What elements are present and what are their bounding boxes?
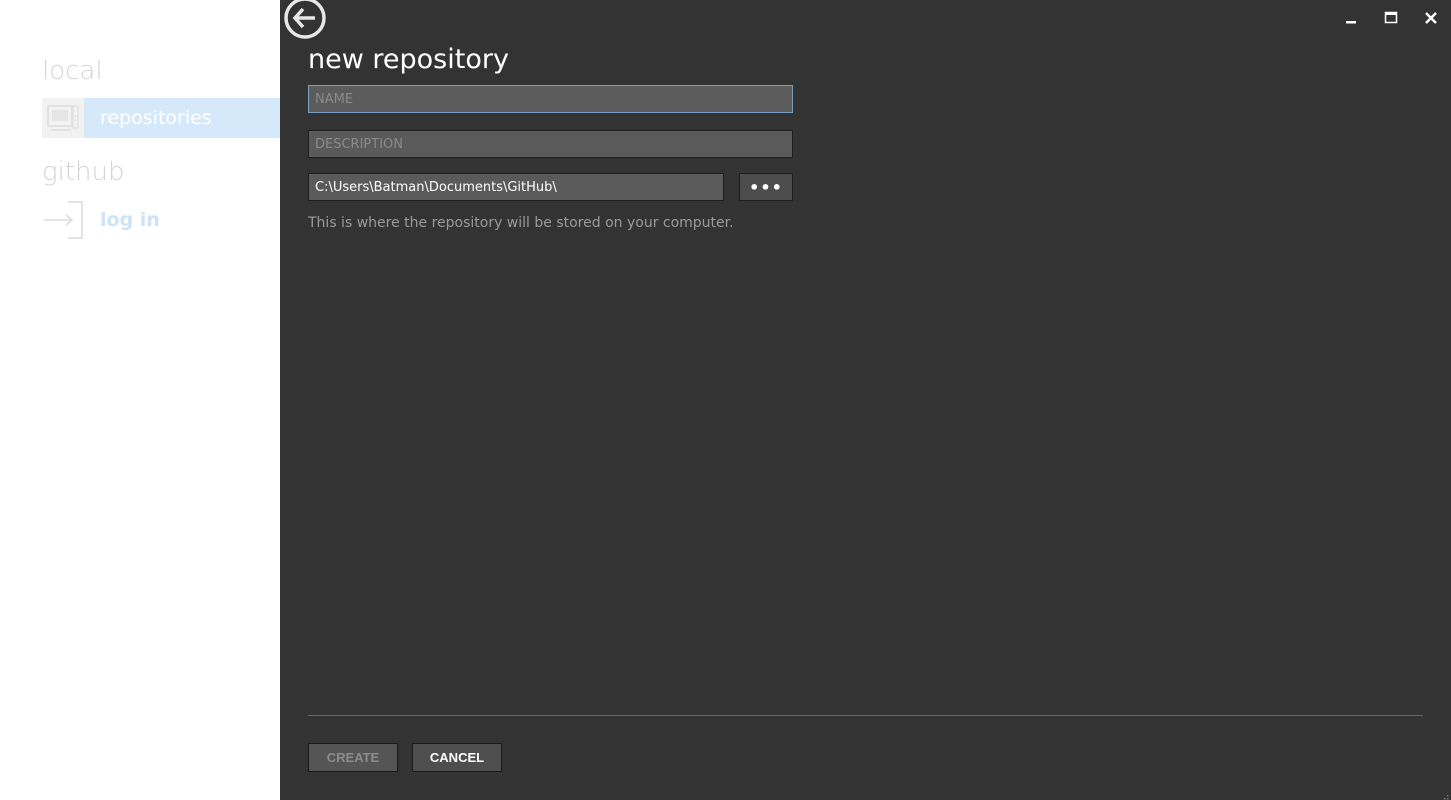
sidebar-item-repositories[interactable]: repositories: [42, 98, 280, 138]
minimize-icon: [1346, 21, 1356, 24]
close-icon: [1425, 12, 1437, 24]
back-arrow-icon: [284, 0, 326, 39]
sidebar-item-label: log in: [100, 209, 160, 231]
maximize-icon: [1384, 11, 1398, 24]
computer-icon: [42, 98, 84, 138]
page-title: new repository: [308, 44, 509, 75]
window-controls: [1331, 0, 1451, 36]
back-button[interactable]: [283, 0, 327, 40]
path-hint-text: This is where the repository will be sto…: [308, 215, 734, 231]
description-input[interactable]: [308, 130, 793, 158]
sidebar-item-login[interactable]: log in: [42, 200, 280, 240]
name-input[interactable]: [308, 85, 793, 113]
close-button[interactable]: [1411, 0, 1451, 36]
section-heading-github: github: [42, 157, 125, 187]
resize-grip[interactable]: [1439, 788, 1449, 800]
maximize-button[interactable]: [1371, 0, 1411, 36]
section-heading-local: local: [42, 56, 103, 86]
divider: [308, 715, 1423, 716]
create-button[interactable]: CREATE: [308, 743, 398, 772]
cancel-button[interactable]: CANCEL: [412, 743, 502, 772]
resize-grip-icon: [1444, 795, 1449, 800]
browse-button[interactable]: •••: [739, 173, 793, 201]
login-icon: [42, 200, 84, 240]
main-panel: new repository ••• This is where the rep…: [280, 0, 1451, 800]
sidebar-item-label: repositories: [84, 98, 280, 138]
minimize-button[interactable]: [1331, 0, 1371, 36]
sidebar: local repositories github log in: [0, 0, 280, 800]
local-path-input[interactable]: [308, 173, 724, 201]
